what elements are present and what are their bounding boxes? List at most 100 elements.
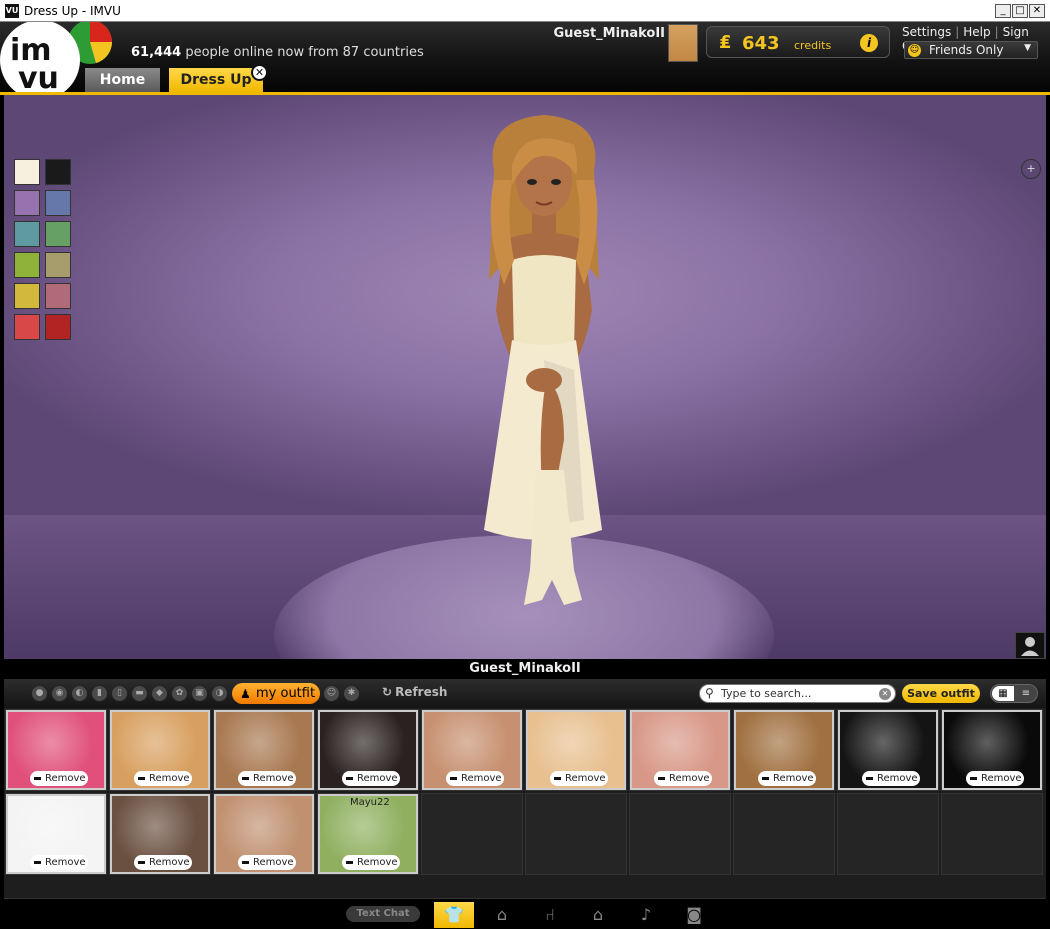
outfit-item-thumbnail[interactable]: Remove <box>318 710 418 790</box>
remove-item-button[interactable]: Remove <box>758 771 816 786</box>
close-window-button[interactable]: ✕ <box>1029 4 1045 18</box>
info-icon[interactable]: i <box>860 34 878 52</box>
remove-item-button[interactable]: Remove <box>30 771 88 786</box>
outfit-item-thumbnail[interactable]: Remove <box>422 710 522 790</box>
background-swatch[interactable] <box>14 190 40 216</box>
accessory-icon[interactable]: ◆ <box>151 685 168 702</box>
remove-item-button[interactable]: Remove <box>134 855 192 870</box>
my-outfit-button[interactable]: ♟ my outfit <box>232 683 320 704</box>
refresh-label: Refresh <box>395 685 448 699</box>
help-link[interactable]: Help <box>963 25 990 39</box>
remove-label: Remove <box>669 773 710 784</box>
remove-label: Remove <box>877 773 918 784</box>
outfit-item-thumbnail[interactable]: Remove <box>838 710 938 790</box>
grid-view-icon[interactable]: ▦ <box>992 686 1014 701</box>
outfit-item-thumbnail[interactable]: Remove <box>734 710 834 790</box>
credits-value: 643 <box>742 33 780 54</box>
background-swatch[interactable] <box>14 252 40 278</box>
credits-panel[interactable]: ₤ 643 credits i <box>706 26 890 58</box>
bow-icon[interactable]: ✿ <box>171 685 188 702</box>
close-tab-icon[interactable]: ✕ <box>251 64 268 81</box>
remove-item-button[interactable]: Remove <box>342 771 400 786</box>
outfit-item-thumbnail[interactable]: Remove <box>6 710 106 790</box>
remove-item-button[interactable]: Remove <box>446 771 504 786</box>
remove-item-button[interactable]: Remove <box>238 771 296 786</box>
background-swatch[interactable] <box>45 159 71 185</box>
outfit-item-thumbnail[interactable]: Mayu22 Remove <box>318 794 418 874</box>
remove-item-button[interactable]: Remove <box>238 855 296 870</box>
camera-icon[interactable]: ◙ <box>674 902 714 928</box>
bottom-icon[interactable]: ▯ <box>111 685 128 702</box>
maximize-button[interactable]: □ <box>1012 4 1028 18</box>
skin-icon[interactable]: ▣ <box>191 685 208 702</box>
background-swatch[interactable] <box>45 190 71 216</box>
minus-icon <box>554 776 561 780</box>
outfit-item-thumbnail[interactable]: Remove <box>110 710 210 790</box>
chair-icon[interactable]: ⑁ <box>530 902 570 928</box>
effects-icon[interactable]: ✱ <box>343 685 360 702</box>
tab-home[interactable]: Home <box>85 68 160 92</box>
background-swatch[interactable] <box>45 314 71 340</box>
background-swatch[interactable] <box>14 221 40 247</box>
minimize-button[interactable]: _ <box>995 4 1011 18</box>
avatar-figure[interactable] <box>424 110 664 630</box>
presence-dropdown[interactable]: ☺ Friends Only ▼ <box>904 41 1038 59</box>
home-icon[interactable]: ⌂ <box>578 902 618 928</box>
outfit-item-thumbnail[interactable]: Remove <box>214 794 314 874</box>
settings-link[interactable]: Settings <box>902 25 951 39</box>
remove-item-button[interactable]: Remove <box>550 771 608 786</box>
list-view-icon[interactable]: ≡ <box>1015 686 1037 701</box>
outfit-item-thumbnail[interactable]: Remove <box>110 794 210 874</box>
remove-item-button[interactable]: Remove <box>30 855 88 870</box>
remove-item-button[interactable]: Remove <box>342 855 400 870</box>
tab-dress-up[interactable]: Dress Up <box>169 68 263 92</box>
scene-options-button[interactable]: + <box>1021 159 1041 179</box>
head-icon[interactable]: ● <box>31 685 48 702</box>
clothing-icon[interactable]: 👕 <box>434 902 474 928</box>
clear-search-icon[interactable]: ✕ <box>879 688 891 700</box>
grid-cell <box>525 793 627 875</box>
outfit-item-thumbnail[interactable]: Remove <box>6 794 106 874</box>
credits-coin-icon: ₤ <box>719 32 732 53</box>
search-input[interactable]: Type to search... <box>721 687 811 700</box>
camera-view-button[interactable] <box>1015 632 1045 659</box>
background-swatch[interactable] <box>14 314 40 340</box>
remove-item-button[interactable]: Remove <box>862 771 920 786</box>
background-swatch[interactable] <box>45 252 71 278</box>
search-box[interactable]: ⚲ Type to search... ✕ <box>699 684 896 703</box>
background-swatch[interactable] <box>45 221 71 247</box>
outfit-item-thumbnail[interactable]: Remove <box>942 710 1042 790</box>
top-icon[interactable]: ▮ <box>91 685 108 702</box>
refresh-button[interactable]: ↻ Refresh <box>382 685 447 699</box>
grid-cell <box>733 793 835 875</box>
remove-item-button[interactable]: Remove <box>134 771 192 786</box>
text-chat-button[interactable]: Text Chat <box>346 906 420 922</box>
outfit-item-thumbnail[interactable]: Remove <box>630 710 730 790</box>
emote-icon[interactable]: ☺ <box>323 685 340 702</box>
outfit-item-thumbnail[interactable]: Remove <box>214 710 314 790</box>
avatar-3d-viewport[interactable]: + <box>4 95 1046 659</box>
avatar-thumbnail[interactable] <box>668 24 698 62</box>
shoes-icon[interactable]: ▬ <box>131 685 148 702</box>
face-icon[interactable]: ◉ <box>51 685 68 702</box>
music-icon[interactable]: ♪ <box>626 902 666 928</box>
background-swatch[interactable] <box>14 283 40 309</box>
background-swatch[interactable] <box>45 283 71 309</box>
username-label: Guest_MinakoII <box>553 26 665 41</box>
minus-icon <box>450 776 457 780</box>
avatar-name-label: Guest_MinakoII <box>4 659 1046 679</box>
hair-icon[interactable]: ◐ <box>71 685 88 702</box>
background-swatch[interactable] <box>14 159 40 185</box>
person-icon <box>1021 637 1039 656</box>
remove-item-button[interactable]: Remove <box>966 771 1024 786</box>
view-toggle: ▦ ≡ <box>990 684 1038 703</box>
remove-label: Remove <box>565 773 606 784</box>
eyes-icon[interactable]: ◑ <box>211 685 228 702</box>
remove-label: Remove <box>773 773 814 784</box>
outfit-item-thumbnail[interactable]: Remove <box>526 710 626 790</box>
grid-cell <box>629 793 731 875</box>
remove-item-button[interactable]: Remove <box>654 771 712 786</box>
credits-label: credits <box>794 39 832 52</box>
save-outfit-button[interactable]: Save outfit <box>902 684 980 703</box>
hanger-icon[interactable]: ⌂ <box>482 902 522 928</box>
